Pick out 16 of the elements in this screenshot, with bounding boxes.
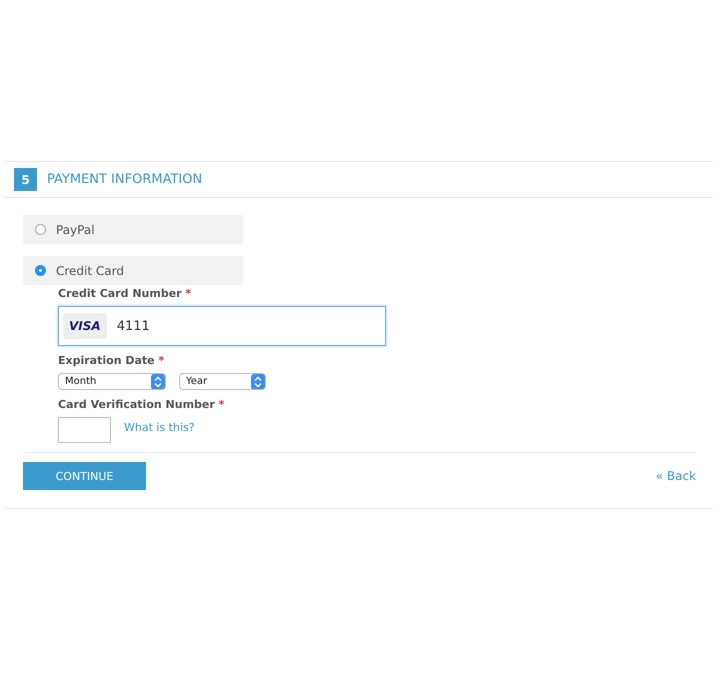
dropdown-arrows-icon [151, 374, 165, 389]
field-label: Credit Card Number * [58, 287, 192, 300]
cvv-field[interactable] [58, 417, 111, 443]
field-label: Expiration Date * [58, 354, 166, 367]
step-number: 5 [14, 168, 37, 191]
card-brand-badge: VISA [63, 313, 107, 339]
radio-button[interactable] [35, 265, 46, 276]
section-title: PAYMENT INFORMATION [47, 172, 202, 187]
payment-option[interactable]: Credit Card [23, 256, 243, 285]
dropdown-arrows-icon [251, 374, 265, 389]
field-label: Card Verification Number * [58, 398, 226, 411]
month-select[interactable]: Month [58, 373, 166, 390]
radio-button[interactable] [35, 224, 46, 235]
year-select[interactable]: Year [179, 373, 266, 390]
payment-option[interactable]: PayPal [23, 215, 243, 244]
card-number-field[interactable]: VISA 4111 [58, 306, 386, 346]
